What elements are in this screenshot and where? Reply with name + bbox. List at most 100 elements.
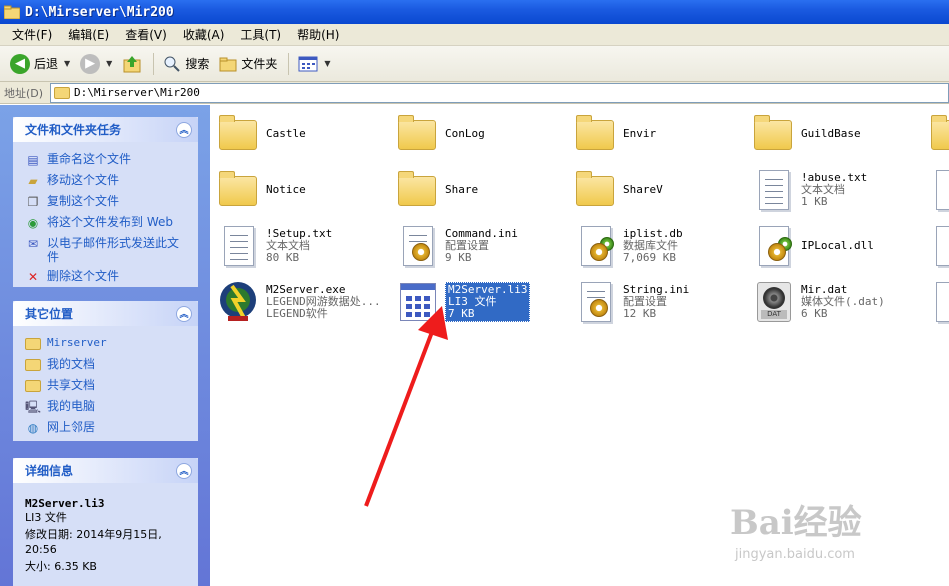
collapse-chevron-icon[interactable]: ︽: [176, 121, 192, 138]
file-item[interactable]: String.ini 配置设置 12 KB: [573, 277, 748, 327]
other-places-title: 其它位置: [25, 307, 74, 321]
folder-item[interactable]: Share: [395, 165, 570, 215]
folder-item[interactable]: GuildBase: [751, 109, 926, 159]
file-size: 7,069 KB: [623, 251, 676, 264]
folder-item[interactable]: ShareV: [573, 165, 748, 215]
media-file-icon: DAT: [757, 282, 791, 322]
back-dropdown-icon[interactable]: ▼: [64, 59, 70, 68]
file-item[interactable]: iplist.db 数据库文件 7,069 KB: [573, 221, 748, 271]
file-item-partial[interactable]: [928, 221, 949, 271]
views-dropdown-icon[interactable]: ▼: [324, 59, 330, 68]
place-shared-documents[interactable]: 共享文档: [25, 378, 190, 394]
copy-file-label: 复制这个文件: [47, 194, 120, 208]
file-item[interactable]: !abuse.txt 文本文档 1 KB: [751, 165, 926, 215]
folder-item[interactable]: ConLog: [395, 109, 570, 159]
title-bar: D:\Mirserver\Mir200: [0, 0, 949, 24]
file-size: 12 KB: [623, 307, 657, 320]
file-name: GuildBase: [801, 127, 861, 140]
folder-icon: [398, 115, 436, 150]
file-item[interactable]: IPLocal.dll: [751, 221, 926, 271]
folders-label: 文件夹: [241, 57, 278, 71]
publish-web-label: 将这个文件发布到 Web: [47, 215, 173, 229]
m2server-app-icon: [220, 282, 256, 321]
collapse-chevron-icon[interactable]: ︽: [176, 462, 192, 479]
folder-icon: [54, 86, 70, 99]
text-document-icon: [224, 226, 254, 266]
delete-x-icon: ✕: [27, 270, 39, 284]
details-size: 大小: 6.35 KB: [25, 560, 97, 573]
folder-item[interactable]: Notice: [216, 165, 391, 215]
menu-favorites[interactable]: 收藏(A): [175, 26, 233, 43]
collapse-chevron-icon[interactable]: ︽: [176, 305, 192, 322]
text-document-icon: [936, 282, 949, 322]
place-my-computer[interactable]: 🖳 我的电脑: [25, 399, 190, 415]
task-pane: 文件和文件夹任务 ︽ ▤ 重命名这个文件 ▰ 移动这个文件 ❐ 复制这个文件 ◉ 将这个…: [0, 105, 210, 586]
up-folder-icon: [123, 55, 141, 72]
folder-item-partial[interactable]: [928, 109, 949, 159]
menu-view[interactable]: 查看(V): [117, 26, 175, 43]
rename-file-link[interactable]: ▤ 重命名这个文件: [25, 152, 190, 168]
text-document-icon: [936, 170, 949, 210]
file-item[interactable]: DAT Mir.dat 媒体文件(.dat) 6 KB: [751, 277, 926, 327]
back-button[interactable]: ◀ 后退 ▼: [6, 52, 74, 76]
film-tag: DAT: [761, 310, 787, 319]
folders-button[interactable]: 文件夹: [215, 53, 281, 74]
delete-file-link[interactable]: ✕ 删除这个文件: [25, 269, 190, 285]
file-size: 7 KB: [448, 307, 475, 320]
menu-tools[interactable]: 工具(T): [232, 26, 289, 43]
file-item-partial[interactable]: [928, 165, 949, 215]
place-my-documents[interactable]: 我的文档: [25, 357, 190, 373]
details-modified: 修改日期: 2014年9月15日, 20:56: [25, 528, 162, 556]
delete-file-label: 删除这个文件: [47, 269, 120, 283]
search-button[interactable]: 搜索: [159, 53, 213, 75]
move-file-link[interactable]: ▰ 移动这个文件: [25, 173, 190, 189]
details-header[interactable]: 详细信息 ︽: [13, 458, 198, 483]
email-file-label: 以电子邮件形式发送此文件: [47, 236, 180, 264]
folder-item[interactable]: Castle: [216, 109, 391, 159]
file-tasks-header[interactable]: 文件和文件夹任务 ︽: [13, 117, 198, 142]
copy-file-link[interactable]: ❐ 复制这个文件: [25, 194, 190, 210]
up-folder-button[interactable]: [118, 52, 146, 76]
rename-file-label: 重命名这个文件: [47, 152, 132, 166]
menu-edit[interactable]: 编辑(E): [60, 26, 117, 43]
details-panel: 详细信息 ︽ M2Server.li3 LI3 文件 修改日期: 2014年9月…: [13, 458, 198, 586]
file-name: Envir: [623, 127, 657, 140]
place-network[interactable]: ◍ 网上邻居: [25, 420, 190, 436]
file-item-selected[interactable]: M2Server.li3 LI3 文件 7 KB: [395, 277, 570, 327]
text-document-icon: [759, 170, 789, 210]
file-item[interactable]: M2Server.exe LEGEND网游数据处... LEGEND软件: [216, 277, 391, 327]
file-size: 1 KB: [801, 195, 828, 208]
file-size: 9 KB: [445, 251, 472, 264]
publish-web-link[interactable]: ◉ 将这个文件发布到 Web: [25, 215, 190, 231]
menu-file[interactable]: 文件(F): [4, 26, 60, 43]
file-size: 6 KB: [801, 307, 828, 320]
folder-item[interactable]: Envir: [573, 109, 748, 159]
file-item[interactable]: Command.ini 配置设置 9 KB: [395, 221, 570, 271]
file-name: ConLog: [445, 127, 485, 140]
rename-icon: ▤: [27, 153, 39, 167]
file-size: 80 KB: [266, 251, 300, 264]
toolbar-separator: [153, 52, 155, 75]
forward-button[interactable]: ▶ ▼: [76, 52, 116, 76]
folder-icon: [4, 5, 20, 19]
folder-icon: [931, 115, 949, 150]
address-input[interactable]: D:\Mirserver\Mir200: [50, 82, 949, 103]
back-arrow-icon: ◀: [10, 53, 30, 74]
menu-help[interactable]: 帮助(H): [289, 26, 347, 43]
toolbar-separator: [288, 52, 290, 75]
globe-icon: ◉: [27, 216, 39, 230]
my-documents-icon: [25, 357, 41, 373]
views-button[interactable]: ▼: [294, 54, 334, 74]
dll-file-icon: [759, 226, 792, 266]
folder-icon: [398, 171, 436, 206]
place-mirserver[interactable]: Mirserver: [25, 336, 190, 352]
forward-dropdown-icon[interactable]: ▼: [106, 59, 112, 68]
config-settings-icon: [403, 226, 433, 266]
file-item[interactable]: !Setup.txt 文本文档 80 KB: [216, 221, 391, 271]
shared-folder-icon: [25, 378, 41, 394]
other-places-header[interactable]: 其它位置 ︽: [13, 301, 198, 326]
place-network-label: 网上邻居: [47, 420, 96, 434]
file-item-partial[interactable]: [928, 277, 949, 327]
email-file-link[interactable]: ✉ 以电子邮件形式发送此文件: [25, 236, 190, 264]
address-label: 地址(D): [4, 86, 44, 100]
